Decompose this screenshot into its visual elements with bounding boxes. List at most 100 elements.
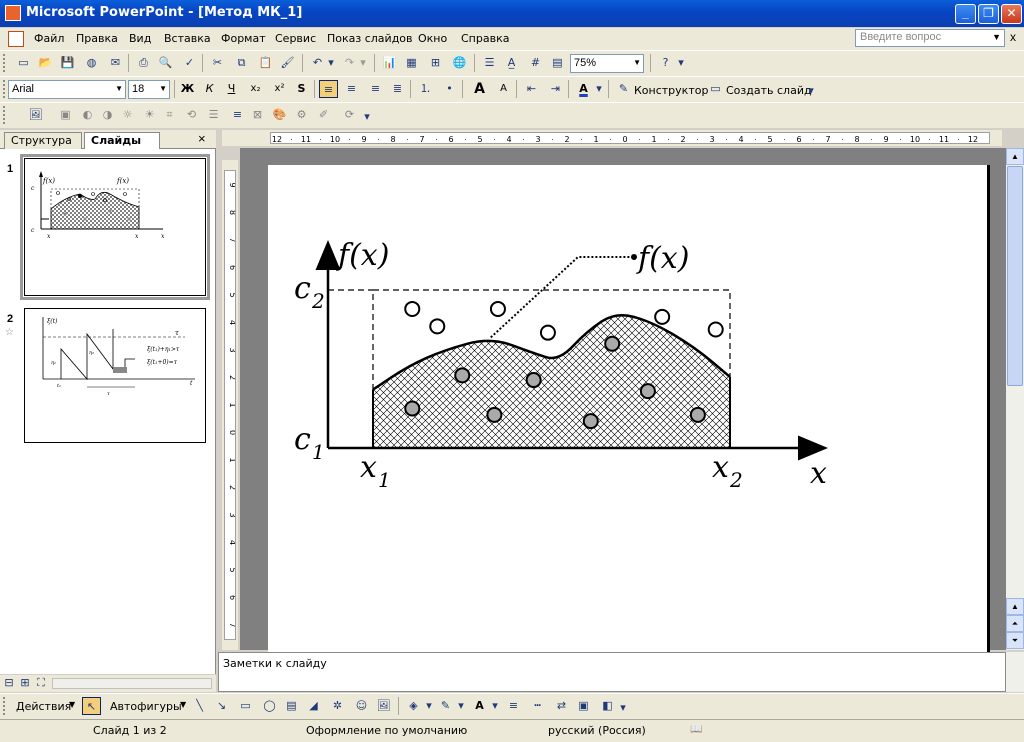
zoom-select[interactable]: 75% ▼ [570, 54, 644, 73]
horizontal-scrollbar[interactable] [52, 678, 212, 689]
new-slide-button[interactable]: Создать слайд [726, 84, 812, 97]
align-left-icon[interactable]: ≡ [319, 80, 338, 98]
3d-style-icon[interactable]: ◧ [598, 697, 617, 715]
menu-tools[interactable]: Сервис [275, 32, 316, 45]
chevron-down-icon[interactable]: ▾ [456, 697, 466, 715]
normal-view-icon[interactable]: ⊟ [2, 675, 16, 691]
recolor-icon[interactable]: 🎨 [270, 106, 289, 124]
insert-table-icon[interactable]: ▦ [402, 54, 421, 72]
diagram-icon[interactable]: ✲ [328, 697, 347, 715]
format-painter-icon[interactable]: 🖌 [278, 54, 297, 72]
reset-picture-icon[interactable]: ⟳ [340, 106, 359, 124]
set-transparent-icon[interactable]: ✐ [314, 106, 333, 124]
align-right-icon[interactable]: ≡ [366, 80, 385, 98]
spelling-icon[interactable]: ✓ [180, 54, 199, 72]
tab-outline[interactable]: Структура [4, 132, 82, 149]
email-icon[interactable]: ✉ [106, 54, 125, 72]
new-icon[interactable]: ▭ [14, 54, 33, 72]
notes-scrollbar[interactable] [1006, 652, 1024, 692]
menu-help[interactable]: Справка [461, 32, 509, 45]
chevron-down-icon[interactable]: ▾ [490, 697, 500, 715]
cut-icon[interactable]: ✂ [208, 54, 227, 72]
tables-borders-icon[interactable]: ⊞ [426, 54, 445, 72]
powerpoint-app-icon[interactable] [5, 5, 21, 21]
insert-chart-icon[interactable]: 📊 [380, 54, 399, 72]
color-grayscale-icon[interactable]: ▤ [548, 54, 567, 72]
rectangle-icon[interactable]: ▭ [236, 697, 255, 715]
toolbar-grip[interactable] [3, 106, 6, 124]
vertical-scrollbar[interactable]: ▲ ▲ ⏶ ⏷ [1006, 148, 1024, 650]
line-weight-icon[interactable]: ≡ [228, 106, 247, 124]
designer-button[interactable]: Конструктор [634, 84, 708, 97]
spelling-status-icon[interactable]: 📖 [690, 724, 702, 735]
actions-menu-button[interactable]: Действия [16, 700, 71, 713]
decrease-indent-icon[interactable]: ⇤ [522, 80, 541, 98]
line-style-icon[interactable]: ≡ [504, 697, 523, 715]
insert-picture-icon[interactable]: 🖼 [26, 106, 45, 124]
font-color-button[interactable]: A [574, 80, 593, 98]
shadow-button[interactable]: S [292, 80, 311, 98]
shrink-font-button[interactable]: A [494, 80, 513, 98]
help-search-input[interactable]: Введите вопрос ▼ [855, 29, 1005, 47]
more-brightness-icon[interactable]: ☼ [118, 106, 137, 124]
select-pointer-icon[interactable]: ↖ [82, 697, 101, 715]
open-folder-icon[interactable]: 📂 [36, 54, 55, 72]
chevron-down-icon[interactable]: ▼ [115, 84, 123, 93]
insert-picture-icon[interactable]: 🖼 [374, 697, 393, 715]
wordart-icon[interactable]: ◢ [304, 697, 323, 715]
line-color-icon[interactable]: ✎ [436, 697, 455, 715]
undo-icon[interactable]: ↶ [308, 54, 327, 72]
redo-icon[interactable]: ↷ [340, 54, 359, 72]
line-icon[interactable]: ╲ [190, 697, 209, 715]
arrow-style-icon[interactable]: ⇄ [552, 697, 571, 715]
chevron-down-icon[interactable]: ▾ [676, 54, 686, 72]
copy-icon[interactable]: ⧉ [232, 54, 251, 72]
close-button[interactable]: ✕ [1001, 4, 1022, 24]
chevron-down-icon[interactable]: ▼ [633, 58, 641, 67]
align-center-icon[interactable]: ≡ [342, 80, 361, 98]
maximize-button[interactable]: ❐ [978, 4, 999, 24]
compress-icon[interactable]: ⊠ [248, 106, 267, 124]
more-contrast-icon[interactable]: ◐ [78, 106, 97, 124]
notes-pane[interactable]: Заметки к слайду [218, 652, 1006, 692]
bullets-icon[interactable]: • [440, 80, 459, 98]
menu-format[interactable]: Формат [221, 32, 266, 45]
rotate-icon[interactable]: ⟲ [182, 106, 201, 124]
superscript-button[interactable]: x² [270, 80, 289, 98]
autoshapes-menu-button[interactable]: Автофигуры [110, 700, 182, 713]
fill-color-icon[interactable]: ◈ [404, 697, 423, 715]
scroll-thumb[interactable] [1007, 166, 1023, 386]
paste-icon[interactable]: 📋 [256, 54, 275, 72]
help-icon[interactable]: ? [656, 54, 675, 72]
slide-sorter-icon[interactable]: ⊞ [18, 675, 32, 691]
slide-canvas[interactable]: f(x) f(x) c 2 c 1 x 1 x 2 x [268, 165, 990, 655]
chevron-down-icon[interactable]: ▾ [424, 697, 434, 715]
grow-font-button[interactable]: A [470, 80, 489, 98]
numbering-icon[interactable]: ⒈ [416, 80, 435, 98]
line-style-icon[interactable]: ☰ [204, 106, 223, 124]
new-slide-icon[interactable]: ▭ [706, 80, 725, 98]
document-close-button[interactable]: x [1010, 30, 1016, 44]
increase-indent-icon[interactable]: ⇥ [546, 80, 565, 98]
justify-icon[interactable]: ≣ [388, 80, 407, 98]
menu-insert[interactable]: Вставка [164, 32, 211, 45]
permission-icon[interactable]: ◍ [82, 54, 101, 72]
chevron-down-icon[interactable]: ▼ [992, 32, 1001, 42]
expand-all-icon[interactable]: ☰ [480, 54, 499, 72]
chevron-down-icon[interactable]: ▾ [326, 54, 336, 72]
underline-button[interactable]: Ч [222, 80, 241, 98]
chevron-down-icon[interactable]: ▾ [358, 54, 368, 72]
crop-icon[interactable]: ⌗ [160, 106, 179, 124]
save-icon[interactable]: 💾 [58, 54, 77, 72]
horizontal-ruler[interactable]: 12 · 11 · 10 · 9 · 8 · 7 · 6 · 5 · 4 · 3 · 2 · 1 · 0 · 1 · 2 · 3 · 4 · 5 · 6… [222, 130, 1002, 146]
oval-icon[interactable]: ◯ [260, 697, 279, 715]
minimize-button[interactable]: _ [955, 4, 976, 24]
chevron-down-icon[interactable]: ▾ [362, 108, 372, 126]
chevron-down-icon[interactable]: ▾ [806, 82, 816, 100]
format-picture-icon[interactable]: ⚙ [292, 106, 311, 124]
menu-file[interactable]: Файл [34, 32, 64, 45]
print-icon[interactable]: ⎙ [134, 54, 153, 72]
chevron-down-icon[interactable]: ▼ [69, 700, 75, 709]
text-box-icon[interactable]: ▤ [282, 697, 301, 715]
menu-edit[interactable]: Правка [76, 32, 118, 45]
